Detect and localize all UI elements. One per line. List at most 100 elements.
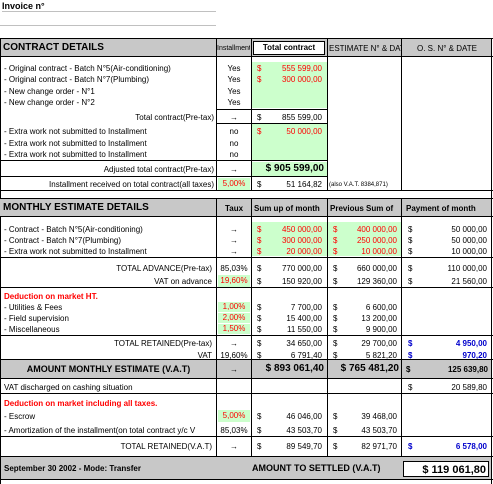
escrow-previous: 39 468,00 <box>361 412 397 421</box>
deduction-all-title: Deduction on market including all taxes. <box>4 399 158 408</box>
deduction-row-label: - Miscellaneous <box>4 325 60 334</box>
contract-row-amount[interactable]: 555 599,00 <box>266 63 322 74</box>
total-advance-payment: 110 000,00 <box>447 264 487 273</box>
deduction-row-sumup: 11 550,00 <box>287 325 322 334</box>
currency: $ <box>406 365 411 374</box>
contract-row-install: Yes <box>227 75 241 84</box>
arrow-icon: → <box>230 225 238 234</box>
vat-discharged-amount: 20 589,80 <box>451 383 487 392</box>
deduction-row-previous: 13 200,00 <box>361 314 397 323</box>
installment-rate[interactable]: 5,00% <box>218 178 250 190</box>
arrow-icon: → <box>230 365 238 374</box>
vat-advance-label: VAT on advance <box>154 277 212 286</box>
total-advance-label: TOTAL ADVANCE(Pre-tax) <box>116 264 212 273</box>
contract-row-label: - Original contract - Batch N°5(Air-cond… <box>4 64 171 73</box>
invoice-label: Invoice n° <box>2 0 216 12</box>
arrow-icon: → <box>230 165 238 174</box>
extra-work-install: no <box>229 127 239 136</box>
arrow-icon: → <box>230 247 238 256</box>
col-payment-header: Payment of month <box>406 204 476 213</box>
total-contract-pretax-amount: 855 599,00 <box>281 113 322 122</box>
total-retained-vat-previous: 82 971,70 <box>361 442 397 451</box>
col-sumup-header: Sum up of month <box>254 204 320 213</box>
col-os-header: O. S. N° & DATE <box>417 44 477 53</box>
invoice-number-field[interactable] <box>0 12 216 26</box>
amount-monthly-payment: 125 639,80 <box>447 365 488 374</box>
currency: $ <box>408 236 413 245</box>
vat-advance-sumup: 150 920,00 <box>281 277 322 286</box>
arrow-icon: → <box>230 339 238 348</box>
extra-work-amount[interactable]: 50 000,00 <box>266 126 322 137</box>
deduction-row-previous: 6 600,00 <box>365 303 397 312</box>
escrow-sumup: 46 046,00 <box>286 412 322 421</box>
contract-row-install: Yes <box>227 64 241 73</box>
col-estimate-header: ESTIMATE N° & DATE <box>329 44 401 53</box>
deduction-ht-title: Deduction on market HT. <box>4 292 98 301</box>
total-retained-vat-sumup: 89 549,70 <box>286 442 322 451</box>
deduction-row-sumup: 7 700,00 <box>290 303 322 312</box>
deduction-row-label: - Field supervision <box>4 314 69 323</box>
vat-discharged-label: VAT discharged on cashing situation <box>4 383 133 392</box>
currency: $ <box>408 277 413 286</box>
total-retained-pretax-sumup: 34 650,00 <box>286 339 322 348</box>
contract-row-label: - Original contract - Batch N°7(Plumbing… <box>4 75 150 84</box>
extra-work-label: - Extra work not submitted to Installmen… <box>4 139 147 148</box>
col-previous-header: Previous Sum of <box>330 204 394 213</box>
monthly-row-label: - Extra work not submitted to Installmen… <box>4 247 147 256</box>
deduction-row-sumup: 15 400,00 <box>286 314 322 323</box>
total-advance-sumup: 770 000,00 <box>281 264 322 273</box>
total-contract-pretax-label: Total contract(Pre-tax) <box>135 113 214 122</box>
currency: $ <box>408 339 413 348</box>
col-installment-header: Installment <box>217 45 250 52</box>
contract-row-label: - New change order - N°2 <box>4 98 95 107</box>
vat-advance-previous: 129 360,00 <box>356 277 397 286</box>
arrow-icon: → <box>230 442 238 451</box>
contract-row-label: - New change order - N°1 <box>4 87 95 96</box>
deduction-row-previous: 9 900,00 <box>365 325 397 334</box>
currency: $ <box>408 264 413 273</box>
deduction-row-rate[interactable]: 2,00% <box>218 313 250 323</box>
adjusted-total-label: Adjusted total contract(Pre-tax) <box>103 165 214 174</box>
amount-monthly-sumup: $ 893 061,40 <box>265 363 324 374</box>
monthly-row-label: - Contract - Batch N°7(Plumbing) <box>4 236 122 245</box>
amortization-previous: 43 503,70 <box>361 426 397 435</box>
monthly-row-previous[interactable]: 10 000,00 <box>340 246 397 257</box>
amortization-label: - Amortization of the installment(on tot… <box>4 426 196 435</box>
col-total-contract-header[interactable]: Total contract <box>253 41 325 55</box>
deduction-row-rate[interactable]: 1,50% <box>218 324 250 334</box>
amount-monthly-previous: $ 765 481,20 <box>340 363 399 374</box>
col-rate-header: Taux <box>224 204 244 213</box>
vat-advance-payment: 21 560,00 <box>451 277 487 286</box>
amortization-rate: 85,03% <box>220 426 248 435</box>
amortization-sumup: 43 503,70 <box>286 426 322 435</box>
contract-row-amount[interactable]: 300 000,00 <box>266 74 322 85</box>
currency: $ <box>408 442 413 451</box>
currency: $ <box>408 225 413 234</box>
total-retained-vat-label: TOTAL RETAINED(V.A.T) <box>120 442 212 451</box>
monthly-row-payment: 10 000,00 <box>451 247 487 256</box>
monthly-row-sumup[interactable]: 300 000,00 <box>266 235 322 246</box>
deduction-row-rate[interactable]: 1,00% <box>218 302 250 312</box>
monthly-row-sumup[interactable]: 20 000,00 <box>266 246 322 257</box>
footer-date-mode: September 30 2002 - Mode: Transfer <box>4 464 141 473</box>
amount-monthly-label: AMOUNT MONTHLY ESTIMATE (V.A.T) <box>26 364 191 374</box>
monthly-row-previous[interactable]: 250 000,00 <box>340 235 397 246</box>
escrow-rate[interactable]: 5,00% <box>218 410 250 422</box>
monthly-row-previous[interactable]: 400 000,00 <box>340 224 397 235</box>
settle-label: AMOUNT TO SETTLED (V.A.T) <box>252 463 381 473</box>
deduction-row-label: - Utilities & Fees <box>4 303 63 312</box>
vat-advance-rate[interactable]: 19,60% <box>218 275 250 287</box>
monthly-row-payment: 50 000,00 <box>451 236 487 245</box>
installment-received-label: Installment received on total contract(a… <box>49 180 214 189</box>
arrow-icon: → <box>230 236 238 245</box>
extra-work-label: - Extra work not submitted to Installmen… <box>4 150 147 159</box>
contract-section-title: CONTRACT DETAILS <box>3 42 104 53</box>
contract-row-install: Yes <box>227 87 241 96</box>
monthly-row-payment: 50 000,00 <box>451 225 487 234</box>
extra-work-install: no <box>229 150 239 159</box>
extra-work-label: - Extra work not submitted to Installmen… <box>4 127 147 136</box>
extra-work-install: no <box>229 139 239 148</box>
settle-amount: $ 119 061,80 <box>403 461 489 477</box>
monthly-row-sumup[interactable]: 450 000,00 <box>266 224 322 235</box>
currency: $ <box>408 247 413 256</box>
